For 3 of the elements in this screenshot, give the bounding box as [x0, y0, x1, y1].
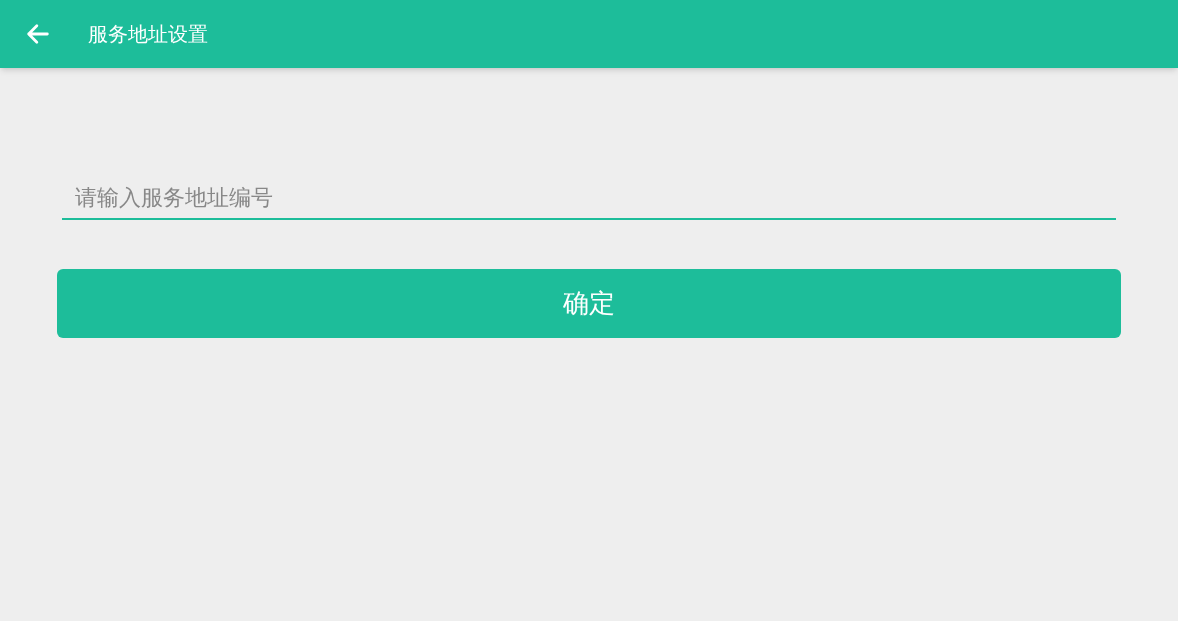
confirm-button[interactable]: 确定 [57, 269, 1121, 338]
page-title: 服务地址设置 [88, 21, 208, 48]
address-input-field[interactable]: 请输入服务地址编号 [62, 180, 1116, 220]
